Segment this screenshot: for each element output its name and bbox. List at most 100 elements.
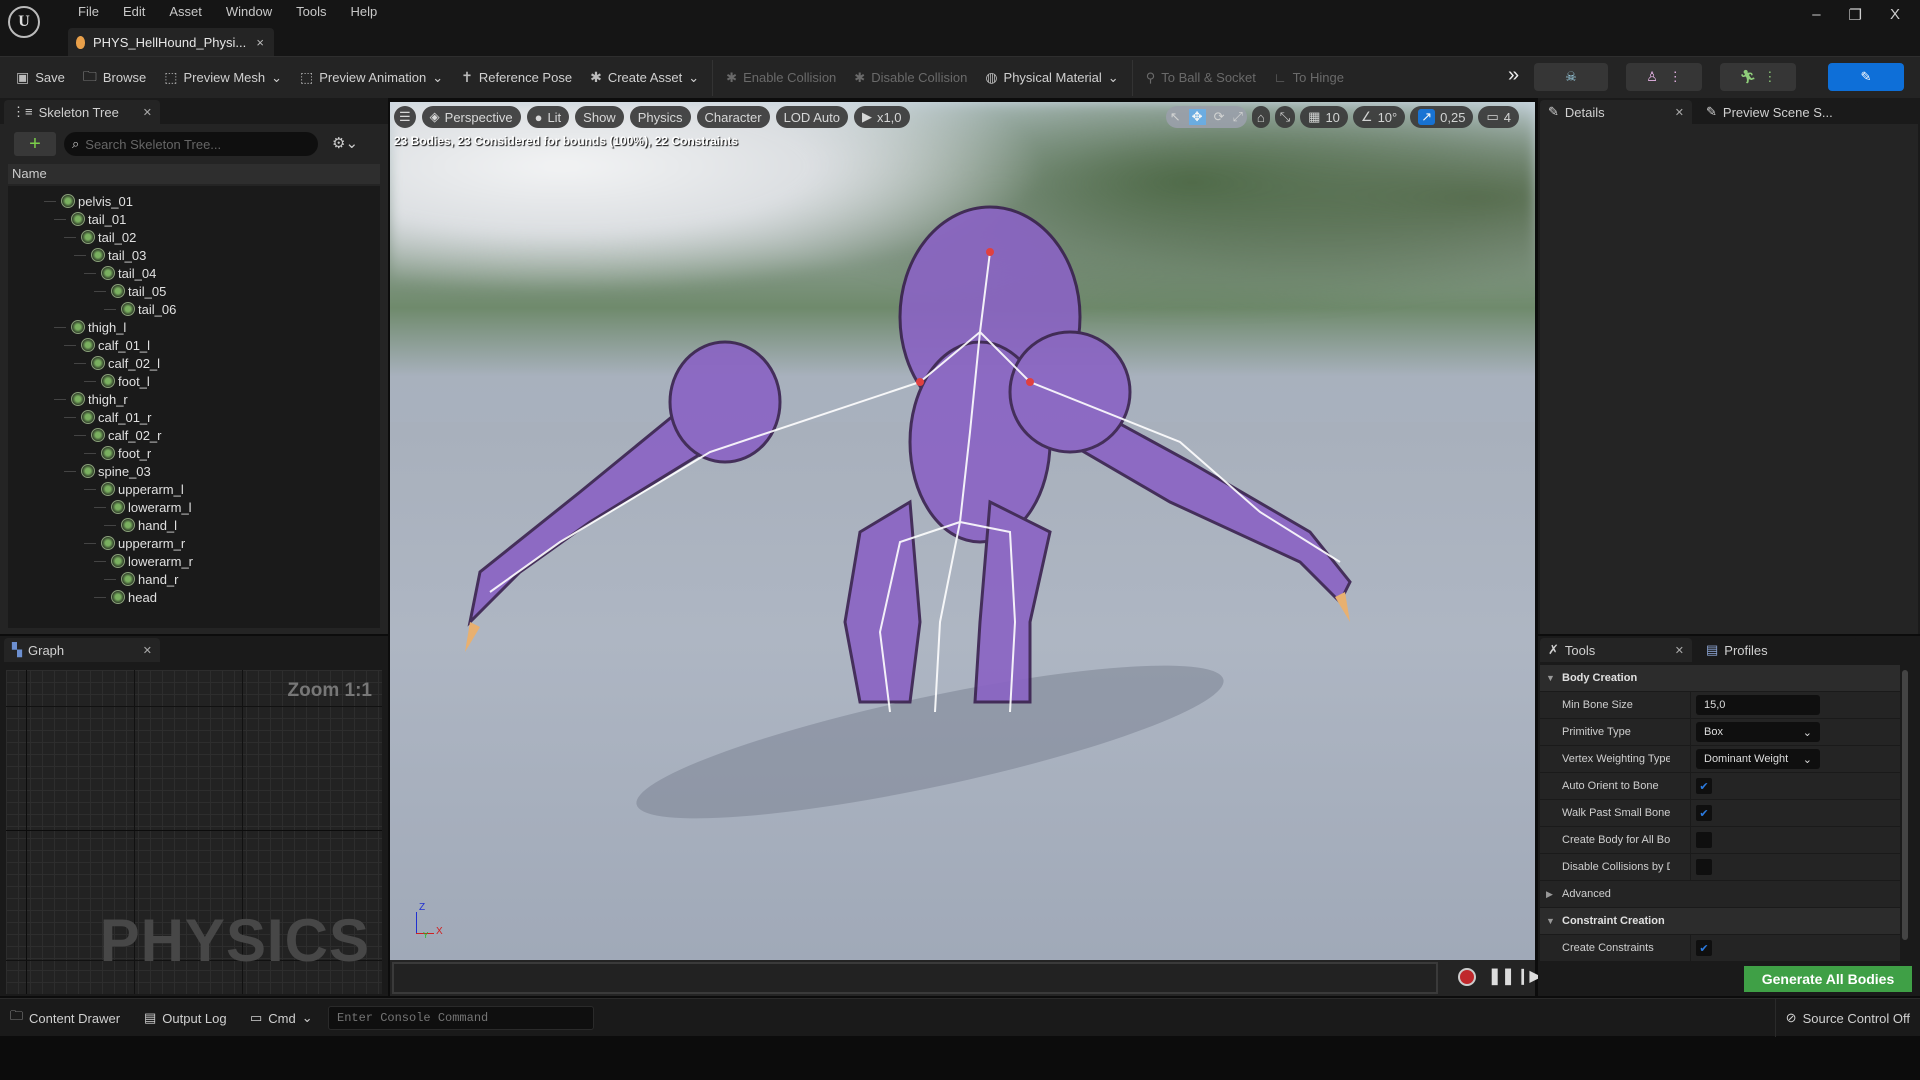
search-skeleton-input[interactable]: ⌕ Search Skeleton Tree... [64,132,318,156]
restore-button[interactable]: ❐ [1849,6,1862,24]
rotate-icon[interactable]: ⟳ [1214,109,1225,125]
cmd-dropdown[interactable]: ▭ Cmd ⌄ [240,999,323,1037]
content-drawer-button[interactable]: 🗀 Content Drawer [0,999,130,1037]
local-space-button[interactable]: ⌂ [1251,106,1270,128]
grid-snap-button[interactable]: ▦ 10 [1300,106,1348,128]
source-control-button[interactable]: ⊘ Source Control Off [1774,999,1920,1037]
section-advanced[interactable]: ▶ Advanced [1540,881,1900,908]
translate-icon[interactable]: ✥ [1188,109,1206,125]
bone-row-thigh-r[interactable]: thigh_r [54,390,128,408]
reference-pose-button[interactable]: ✝ Reference Pose [452,57,581,98]
to-ball-socket-button[interactable]: ⚲ To Ball & Socket [1137,57,1265,98]
animation-mode-button[interactable]: 🏃︎ ⋮ [1720,63,1796,91]
timeline-scrubber[interactable] [392,962,1438,994]
output-log-button[interactable]: ▤ Output Log [134,999,237,1037]
viewport[interactable]: ☰ ◈ Perspective ● Lit Show Physics Charact… [390,102,1535,960]
viewport-menu-button[interactable]: ☰ [394,106,416,128]
section-body-creation[interactable]: ▼ Body Creation [1540,665,1900,692]
tab-graph[interactable]: ▚ Graph ✕ [4,638,160,662]
bone-row-pelvis-01[interactable]: pelvis_01 [44,192,133,210]
disable-collisions-checkbox[interactable] [1696,859,1712,875]
name-column-header[interactable]: Name [8,164,380,184]
tab-skeleton-tree[interactable]: ⋮≡ Skeleton Tree ✕ [4,100,160,124]
bone-row-tail-06[interactable]: tail_06 [104,300,176,318]
bone-row-upperarm-r[interactable]: upperarm_r [84,534,185,552]
to-hinge-button[interactable]: ∟ To Hinge [1265,57,1353,98]
bone-row-tail-05[interactable]: tail_05 [94,282,166,300]
skeleton-mode-button[interactable]: ☠ [1534,63,1608,91]
transform-mode-group[interactable]: ↖ ✥ ⟳ ⤢ [1165,106,1247,128]
bone-row-hand-l[interactable]: hand_l [104,516,177,534]
bone-row-upperarm-l[interactable]: upperarm_l [84,480,184,498]
rotation-snap-button[interactable]: ∠ 10° [1352,106,1406,128]
bone-row-tail-01[interactable]: tail_01 [54,210,126,228]
disable-collision-button[interactable]: ✱ Disable Collision [845,57,976,98]
browse-button[interactable]: 🗀 Browse [74,57,155,98]
bone-row-calf-02-r[interactable]: calf_02_r [74,426,161,444]
create-constraints-checkbox[interactable]: ✔ [1696,940,1712,956]
close-icon[interactable]: ✕ [1675,106,1684,119]
auto-orient-checkbox[interactable]: ✔ [1696,778,1712,794]
record-button[interactable] [1458,968,1476,986]
tab-details[interactable]: ✎ Details ✕ [1540,100,1692,124]
preview-animation-button[interactable]: ⬚ Preview Animation ⌄ [291,57,452,98]
close-window-button[interactable]: X [1890,6,1900,24]
unreal-logo[interactable]: U [8,6,40,38]
surface-snap-button[interactable]: ⤡ [1274,106,1296,128]
physical-material-button[interactable]: ◍ Physical Material ⌄ [976,57,1127,98]
mesh-mode-button[interactable]: ♙ ⋮ [1626,63,1702,91]
bone-row-thigh-l[interactable]: thigh_l [54,318,126,336]
walk-past-checkbox[interactable]: ✔ [1696,805,1712,821]
bone-row-tail-02[interactable]: tail_02 [64,228,136,246]
show-button[interactable]: Show [575,106,624,128]
tools-scrollbar[interactable] [1902,670,1908,940]
lit-button[interactable]: ● Lit [526,106,570,128]
primitive-type-dropdown[interactable]: Box ⌄ [1696,722,1820,742]
pause-button[interactable]: ❚❚ [1488,966,1515,986]
save-button[interactable]: ▣ Save [0,57,74,98]
physics-mode-button[interactable]: ✎ [1828,63,1904,91]
close-tab-button[interactable]: × [256,35,264,50]
bone-row-head[interactable]: head [94,588,157,606]
menu-help[interactable]: Help [338,3,389,21]
enable-collision-button[interactable]: ✱ Enable Collision [717,57,845,98]
close-icon[interactable]: ✕ [143,644,152,657]
section-constraint-creation[interactable]: ▼ Constraint Creation [1540,908,1900,935]
menu-file[interactable]: File [66,3,111,21]
character-button[interactable]: Character [696,106,770,128]
bone-row-calf-01-r[interactable]: calf_01_r [64,408,151,426]
vertex-weighting-dropdown[interactable]: Dominant Weight ⌄ [1696,749,1820,769]
bone-row-lowerarm-l[interactable]: lowerarm_l [94,498,192,516]
menu-tools[interactable]: Tools [284,3,338,21]
scale-snap-button[interactable]: ↗ 0,25 [1410,106,1474,128]
bone-row-calf-02-l[interactable]: calf_02_l [74,354,160,372]
menu-edit[interactable]: Edit [111,3,157,21]
bone-row-foot-l[interactable]: foot_l [84,372,150,390]
console-command-input[interactable] [328,1006,594,1030]
play-speed-button[interactable]: ▶ x1,0 [853,106,910,128]
generate-all-bodies-button[interactable]: Generate All Bodies [1744,966,1912,992]
bone-row-lowerarm-r[interactable]: lowerarm_r [94,552,193,570]
camera-speed-button[interactable]: ▭ 4 [1478,106,1519,128]
create-body-all-checkbox[interactable] [1696,832,1712,848]
bone-row-tail-03[interactable]: tail_03 [74,246,146,264]
physics-button[interactable]: Physics [629,106,691,128]
bone-row-tail-04[interactable]: tail_04 [84,264,156,282]
close-icon[interactable]: ✕ [1675,644,1684,657]
menu-asset[interactable]: Asset [157,3,214,21]
tab-tools[interactable]: ✗ Tools ✕ [1540,638,1692,662]
minimize-button[interactable]: – [1812,6,1820,24]
hellhound-mesh[interactable] [390,102,1535,960]
preview-mesh-button[interactable]: ⬚ Preview Mesh ⌄ [155,57,291,98]
lod-button[interactable]: LOD Auto [775,106,848,128]
add-button[interactable]: + [14,132,56,156]
bone-row-foot-r[interactable]: foot_r [84,444,151,462]
bone-row-spine-03[interactable]: spine_03 [64,462,151,480]
select-icon[interactable]: ↖ [1170,109,1181,125]
bone-row-calf-01-l[interactable]: calf_01_l [64,336,150,354]
create-asset-button[interactable]: ✱ Create Asset ⌄ [581,57,708,98]
tab-preview-scene-settings[interactable]: ✎ Preview Scene S... [1698,100,1858,124]
document-tab[interactable]: PHYS_HellHound_Physi... × [68,28,274,56]
toolbar-overflow-button[interactable]: » [1508,64,1519,87]
perspective-button[interactable]: ◈ Perspective [421,106,521,128]
